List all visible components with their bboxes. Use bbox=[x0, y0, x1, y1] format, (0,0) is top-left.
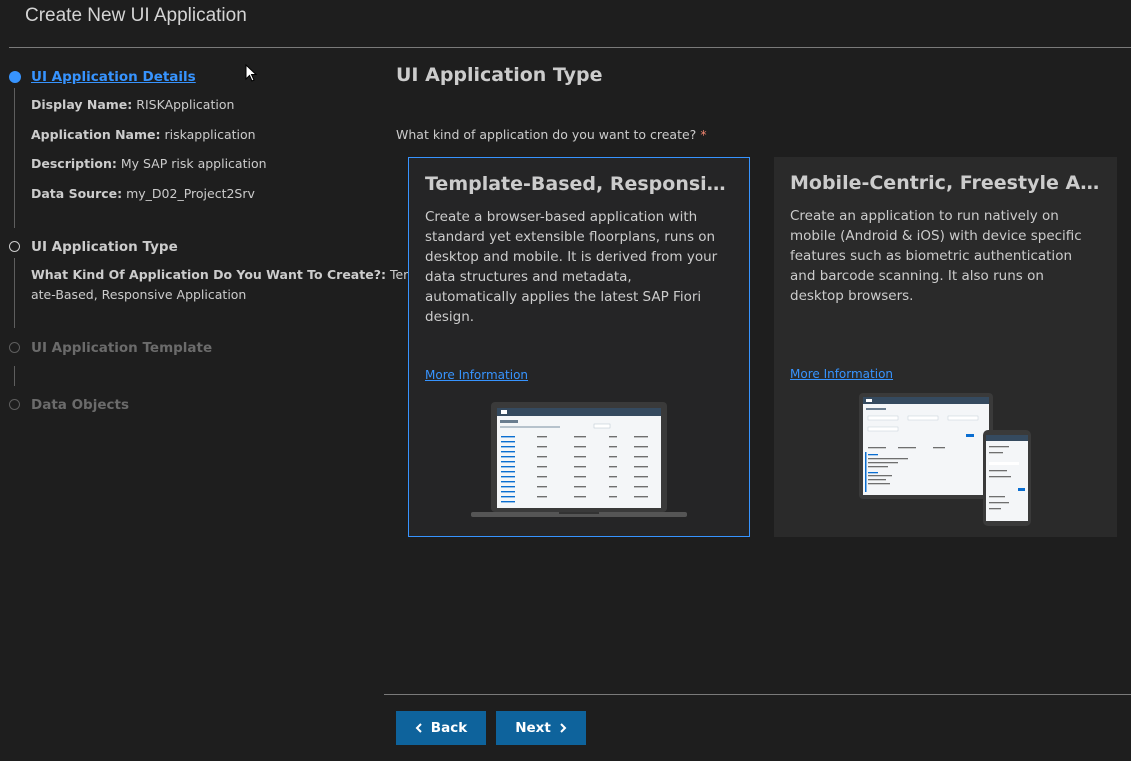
required-marker: * bbox=[700, 127, 707, 142]
detail-line: What Kind Of Application Do You Want To … bbox=[31, 265, 427, 285]
more-information-link[interactable]: More Information bbox=[425, 368, 528, 382]
detail-display-name: Display Name: RISKApplication bbox=[31, 95, 234, 115]
template-based-option-card[interactable]: Template-Based, Responsive Application C… bbox=[408, 157, 750, 537]
question-label: What kind of application do you want to … bbox=[396, 127, 707, 142]
chevron-left-icon bbox=[415, 723, 422, 733]
card-description: Create a browser-based application with … bbox=[425, 209, 718, 325]
detail-data-source: Data Source: my_D02_Project2Srv bbox=[31, 184, 255, 204]
detail-value: RISKApplication bbox=[136, 97, 235, 112]
detail-value: my_D02_Project2Srv bbox=[126, 186, 255, 201]
detail-application-name: Application Name: riskapplication bbox=[31, 125, 256, 145]
detail-application-kind: What Kind Of Application Do You Want To … bbox=[31, 265, 427, 305]
section-title: UI Application Type bbox=[396, 64, 603, 86]
step-current-indicator-icon bbox=[9, 71, 21, 83]
step-ui-application-details[interactable]: UI Application Details bbox=[31, 69, 196, 85]
tablet-phone-illustration-icon bbox=[859, 393, 1031, 526]
detail-value-continued: ate-Based, Responsive Application bbox=[31, 287, 247, 302]
detail-value: My SAP risk application bbox=[120, 156, 267, 171]
detail-label: Data Source: bbox=[31, 186, 123, 201]
step-connector bbox=[14, 366, 15, 386]
step-ui-application-template: UI Application Template bbox=[31, 340, 213, 356]
mouse-pointer-icon bbox=[245, 64, 258, 82]
detail-label: Display Name: bbox=[31, 97, 133, 112]
chevron-right-icon bbox=[560, 723, 567, 733]
next-button[interactable]: Next bbox=[496, 711, 586, 745]
step-pending-indicator-icon bbox=[9, 342, 20, 353]
step-pending-indicator-icon bbox=[9, 399, 20, 410]
question-text: What kind of application do you want to … bbox=[396, 127, 697, 142]
step-connector bbox=[14, 258, 15, 328]
detail-label: What Kind Of Application Do You Want To … bbox=[31, 267, 386, 282]
detail-value: riskapplication bbox=[164, 127, 256, 142]
back-button-label: Back bbox=[430, 720, 468, 736]
more-information-link[interactable]: More Information bbox=[790, 367, 893, 381]
step-ui-application-type[interactable]: UI Application Type bbox=[31, 239, 178, 255]
mobile-centric-option-card[interactable]: Mobile-Centric, Freestyle Application Cr… bbox=[774, 157, 1117, 537]
back-button[interactable]: Back bbox=[396, 711, 486, 745]
step-data-objects: Data Objects bbox=[31, 397, 129, 413]
card-title: Template-Based, Responsive Application bbox=[425, 173, 735, 195]
next-button-label: Next bbox=[515, 720, 551, 736]
page-title: Create New UI Application bbox=[25, 5, 247, 26]
footer-divider bbox=[384, 694, 1131, 695]
laptop-illustration-icon bbox=[471, 402, 687, 517]
step-connector bbox=[14, 88, 15, 228]
card-title: Mobile-Centric, Freestyle Application bbox=[790, 172, 1100, 194]
detail-description: Description: My SAP risk application bbox=[31, 154, 267, 174]
step-open-indicator-icon bbox=[9, 241, 20, 252]
detail-label: Description: bbox=[31, 156, 117, 171]
detail-label: Application Name: bbox=[31, 127, 161, 142]
card-description: Create an application to run natively on… bbox=[790, 208, 1082, 304]
header-divider bbox=[9, 47, 1131, 48]
